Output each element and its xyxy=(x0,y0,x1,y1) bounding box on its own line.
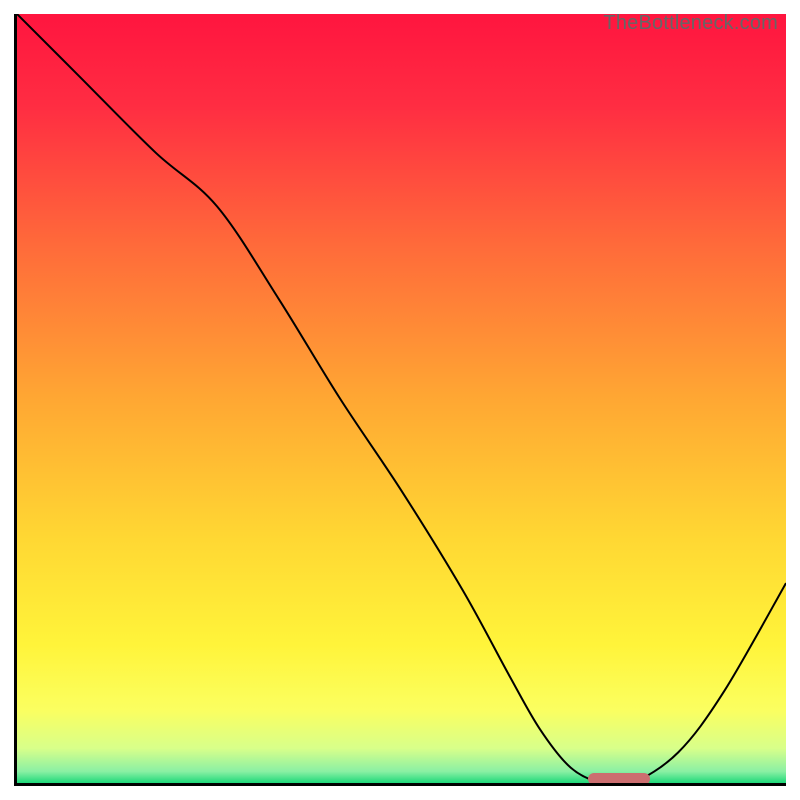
optimal-marker xyxy=(588,773,650,785)
plot-area: TheBottleneck.com xyxy=(14,14,786,786)
watermark-text: TheBottleneck.com xyxy=(603,14,778,35)
chart-stage: TheBottleneck.com xyxy=(0,0,800,800)
bottleneck-curve xyxy=(17,14,786,783)
